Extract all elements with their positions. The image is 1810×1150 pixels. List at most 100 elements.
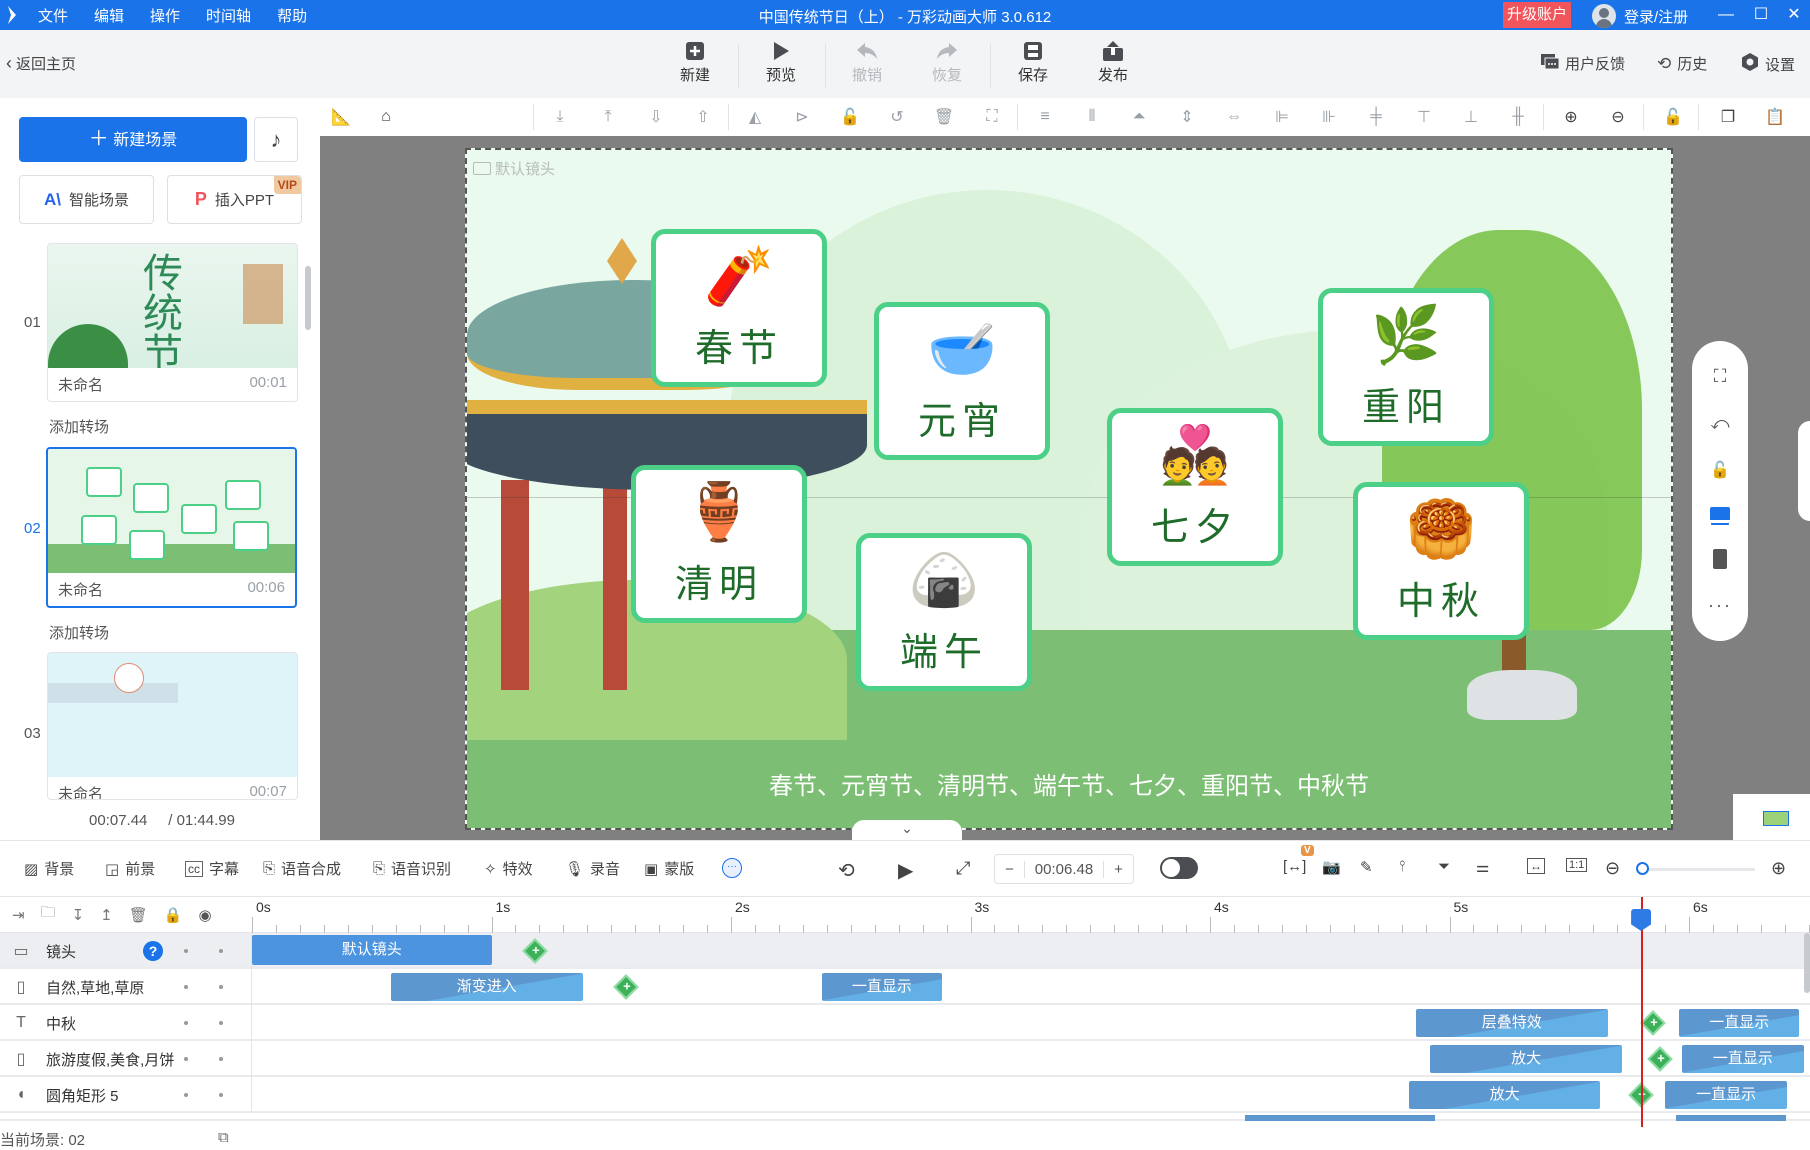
login-button[interactable]: 登录/注册 bbox=[1592, 4, 1688, 28]
animation-clip[interactable] bbox=[1676, 1115, 1786, 1121]
add-transition-link[interactable]: 添加转场 bbox=[49, 416, 109, 437]
foreground-button[interactable]: ◲ 前景 bbox=[105, 858, 155, 879]
history-button[interactable]: ⟲ 历史 bbox=[1657, 53, 1707, 74]
minimap[interactable] bbox=[1733, 794, 1810, 840]
align-left-icon[interactable]: ⊫ bbox=[1271, 106, 1293, 128]
distribute-h-icon[interactable]: ⦀ bbox=[1081, 106, 1103, 128]
scene-copy-icon[interactable]: ⧉ bbox=[218, 1129, 229, 1146]
time-increment-button[interactable]: + bbox=[1103, 860, 1133, 878]
adjust-button[interactable]: ⚌ bbox=[1476, 858, 1489, 876]
replay-button[interactable]: ⟲ bbox=[838, 858, 855, 883]
time-stepper[interactable]: − 00:06.48 + bbox=[994, 854, 1134, 884]
animation-clip[interactable]: 层叠特效 bbox=[1415, 1009, 1608, 1037]
scene-canvas[interactable]: 默认镜头 🧨 春节 🥣 元宵 🏺 清明 🍙 端午 💑 七夕 🌿 重阳 🥮 中秋 … bbox=[465, 148, 1673, 830]
visibility-toggle[interactable] bbox=[219, 985, 223, 989]
scene-thumb-01[interactable]: 传统节日 未命名 00:01 bbox=[47, 243, 298, 402]
mask-button[interactable]: ▣ 蒙版 bbox=[644, 858, 694, 879]
background-button[interactable]: ▨ 背景 bbox=[24, 858, 74, 879]
move-up-icon[interactable]: ↥ bbox=[100, 906, 113, 924]
save-button[interactable]: 保存 bbox=[1003, 40, 1063, 85]
move-up-icon[interactable]: ⇧ bbox=[692, 106, 714, 128]
animation-clip[interactable]: 放大 bbox=[1430, 1045, 1622, 1073]
visibility-icon[interactable]: ◉ bbox=[198, 906, 211, 924]
lock-toggle[interactable] bbox=[184, 1057, 188, 1061]
festival-card-chongyang[interactable]: 🌿 重阳 bbox=[1318, 288, 1494, 446]
new-scene-button[interactable]: ＋ 新建场景 bbox=[19, 117, 247, 162]
mobile-view-icon[interactable] bbox=[1713, 548, 1727, 569]
time-ruler[interactable]: 0s 1s 2s 3s 4s 5s 6s bbox=[252, 897, 1810, 933]
animation-clip[interactable]: 放大 bbox=[1408, 1081, 1601, 1109]
festival-card-qingming[interactable]: 🏺 清明 bbox=[631, 465, 807, 623]
lock-toggle[interactable] bbox=[184, 949, 188, 953]
add-folder-icon[interactable]: 🗀 bbox=[41, 902, 56, 927]
desktop-view-icon[interactable] bbox=[1710, 506, 1730, 523]
move-to-top-icon[interactable]: ⤒ bbox=[597, 106, 619, 128]
tts-button[interactable]: ⎘ 语音合成 bbox=[263, 858, 341, 879]
home-icon[interactable]: ⌂ bbox=[375, 106, 397, 128]
visibility-toggle[interactable] bbox=[219, 1057, 223, 1061]
align-bottom-icon[interactable]: ⊥ bbox=[1460, 106, 1482, 128]
toggle-switch[interactable] bbox=[1160, 857, 1198, 879]
lock-toggle[interactable] bbox=[184, 1021, 188, 1025]
delete-icon[interactable]: 🗑 bbox=[129, 906, 148, 924]
move-down-icon[interactable]: ⇩ bbox=[645, 106, 667, 128]
lock-icon[interactable]: 🔒 bbox=[164, 906, 183, 924]
add-keyframe-button[interactable] bbox=[1640, 1010, 1666, 1036]
align-top-icon[interactable]: ⊤ bbox=[1413, 106, 1435, 128]
delete-icon[interactable]: 🗑 bbox=[933, 106, 955, 128]
add-transition-link[interactable]: 添加转场 bbox=[49, 622, 109, 643]
festival-card-spring[interactable]: 🧨 春节 bbox=[651, 229, 827, 387]
minimize-button[interactable]: — bbox=[1712, 3, 1740, 27]
track-row[interactable]: ◖ 圆角矩形 5 放大 一直显示 bbox=[0, 1077, 1810, 1113]
timeline-zoom-out-button[interactable]: ⊖ bbox=[1605, 858, 1620, 879]
track-row[interactable]: ▭ 镜头? 默认镜头 bbox=[0, 933, 1810, 969]
festival-card-qixi[interactable]: 💑 七夕 bbox=[1107, 408, 1283, 566]
stretch-height-icon[interactable]: ⇕ bbox=[1176, 106, 1198, 128]
flip-horizontal-icon[interactable]: ◭ bbox=[744, 106, 766, 128]
add-keyframe-button[interactable] bbox=[521, 938, 548, 964]
timeline-scrollbar[interactable] bbox=[1804, 933, 1810, 993]
festival-card-midautumn[interactable]: 🥮 中秋 bbox=[1353, 482, 1529, 640]
copy-icon[interactable]: ❐ bbox=[1717, 106, 1739, 128]
lock-toggle[interactable] bbox=[184, 985, 188, 989]
effects-button[interactable]: ✧ 特效 bbox=[484, 858, 533, 879]
time-value[interactable]: 00:06.48 bbox=[1025, 861, 1103, 878]
add-keyframe-button[interactable] bbox=[612, 974, 639, 1000]
align-center-v-icon[interactable]: ╫ bbox=[1507, 106, 1529, 128]
edit-button[interactable]: ✎ bbox=[1360, 858, 1373, 876]
fit-frame-button[interactable]: [↔] bbox=[1283, 858, 1306, 875]
maximize-button[interactable]: ☐ bbox=[1747, 3, 1775, 27]
more-icon[interactable]: ··· bbox=[1708, 595, 1732, 616]
group-icon[interactable]: ⛶ bbox=[981, 106, 1003, 128]
filter-button[interactable]: ⏷ bbox=[1438, 858, 1450, 875]
timeline-zoom-in-button[interactable]: ⊕ bbox=[1771, 858, 1786, 879]
rotate-screen-icon[interactable]: ⤺ bbox=[1710, 413, 1729, 434]
move-down-icon[interactable]: ↧ bbox=[72, 906, 85, 924]
align-center-h-icon[interactable]: ╪ bbox=[1365, 106, 1387, 128]
unlock-icon[interactable]: 🔓 bbox=[1710, 460, 1730, 480]
track-header[interactable]: ▯ 自然,草地,草原 bbox=[0, 969, 252, 1005]
visibility-toggle[interactable] bbox=[219, 949, 223, 953]
smart-scene-button[interactable]: A\ 智能场景 bbox=[19, 175, 154, 224]
animation-clip[interactable]: 一直显示 bbox=[1679, 1009, 1800, 1037]
track-header[interactable]: ▭ 镜头? bbox=[0, 933, 252, 969]
preview-button[interactable]: 预览 bbox=[751, 40, 811, 85]
unlock-icon[interactable]: 🔓 bbox=[839, 106, 861, 128]
lock-icon[interactable]: 🔓 bbox=[1662, 106, 1684, 128]
animation-clip[interactable]: 一直显示 bbox=[1665, 1081, 1788, 1109]
close-button[interactable]: ✕ bbox=[1780, 3, 1808, 27]
track-row[interactable]: ▯ 旅游度假,美食,月饼 放大 一直显示 bbox=[0, 1041, 1810, 1077]
redo-button[interactable]: 恢复 bbox=[917, 40, 977, 85]
festival-card-dragonboat[interactable]: 🍙 端午 bbox=[856, 533, 1032, 691]
snapshot-button[interactable]: 📷 bbox=[1322, 858, 1341, 876]
new-button[interactable]: 新建 bbox=[665, 40, 725, 85]
publish-button[interactable]: 发布 bbox=[1083, 40, 1143, 85]
more-tools-button[interactable]: ··· bbox=[722, 858, 742, 878]
animation-clip[interactable] bbox=[1245, 1115, 1435, 1121]
split-button[interactable]: ⫯ bbox=[1399, 858, 1406, 875]
animation-clip[interactable]: 默认镜头 bbox=[252, 935, 492, 965]
ruler-icon[interactable]: 📐 bbox=[330, 106, 352, 128]
track-row[interactable]: T 中秋 层叠特效 一直显示 bbox=[0, 1005, 1810, 1041]
lock-toggle[interactable] bbox=[184, 1093, 188, 1097]
timeline-zoom-knob[interactable] bbox=[1636, 862, 1649, 875]
